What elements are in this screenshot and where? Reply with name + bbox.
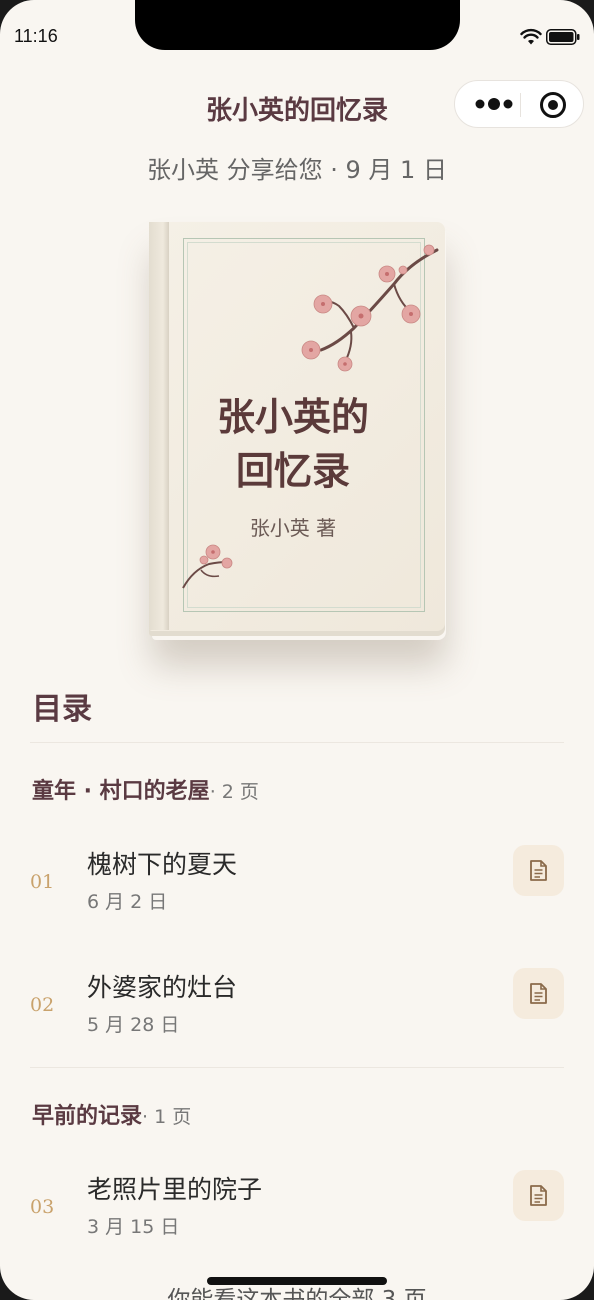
entry-number: 02	[30, 994, 55, 1016]
document-icon	[530, 860, 547, 881]
entry-title: 外婆家的灶台	[87, 973, 238, 1002]
battery-icon	[546, 29, 580, 45]
capsule-divider	[520, 93, 521, 117]
entry-date: 5 月 28 日	[87, 1014, 180, 1036]
mini-program-capsule	[454, 80, 584, 128]
section-page-count: · 2 页	[209, 781, 259, 803]
phone-screen: 11:16 张小英的回忆录 张小英 分享给您 · 9 月 1 日 张小英的 回忆…	[0, 0, 594, 1300]
close-icon[interactable]	[539, 91, 567, 119]
section-name: 早前的记录	[32, 1104, 143, 1129]
entry-number: 01	[30, 871, 55, 893]
plum-blossom-sprig-icon	[182, 544, 233, 589]
toc-entry[interactable]: 03 老照片里的院子 3 月 15 日	[0, 1170, 594, 1260]
section-page-count: · 1 页	[142, 1106, 192, 1128]
open-page-button[interactable]	[513, 1170, 564, 1221]
divider	[30, 1067, 564, 1068]
cover-title-line2: 回忆录	[235, 448, 350, 493]
more-icon[interactable]	[469, 91, 519, 117]
cover-author: 张小英 著	[249, 516, 337, 540]
status-bar: 11:16	[0, 0, 594, 60]
home-indicator[interactable]	[207, 1277, 387, 1285]
plum-blossom-branch-icon	[301, 244, 439, 372]
section-name: 童年 · 村口的老屋	[32, 779, 210, 804]
toc-entry[interactable]: 02 外婆家的灶台 5 月 28 日	[0, 968, 594, 1058]
wifi-icon	[520, 28, 542, 45]
cover-title-line1: 张小英的	[216, 394, 369, 439]
document-icon	[530, 983, 547, 1004]
entry-number: 03	[30, 1196, 55, 1218]
entry-title: 老照片里的院子	[87, 1175, 263, 1204]
entry-date: 6 月 2 日	[87, 891, 168, 913]
open-page-button[interactable]	[513, 845, 564, 896]
toc-entry[interactable]: 01 槐树下的夏天 6 月 2 日	[0, 845, 594, 935]
divider	[30, 742, 564, 743]
cover-title: 张小英的 回忆录	[183, 390, 403, 498]
status-time: 11:16	[14, 26, 58, 46]
book-cover[interactable]: 张小英的 回忆录 张小英 著	[149, 222, 445, 636]
open-page-button[interactable]	[513, 968, 564, 1019]
toc-heading: 目录	[32, 692, 92, 727]
book-spine	[149, 222, 169, 630]
entry-title: 槐树下的夏天	[87, 850, 238, 879]
title-bar: 张小英的回忆录	[0, 80, 594, 136]
notch	[135, 0, 460, 50]
document-icon	[530, 1185, 547, 1206]
share-info: 张小英 分享给您 · 9 月 1 日	[147, 156, 447, 184]
entry-date: 3 月 15 日	[87, 1216, 180, 1238]
section-header: 早前的记录· 1 页	[32, 1098, 191, 1130]
section-header: 童年 · 村口的老屋· 2 页	[32, 773, 259, 805]
